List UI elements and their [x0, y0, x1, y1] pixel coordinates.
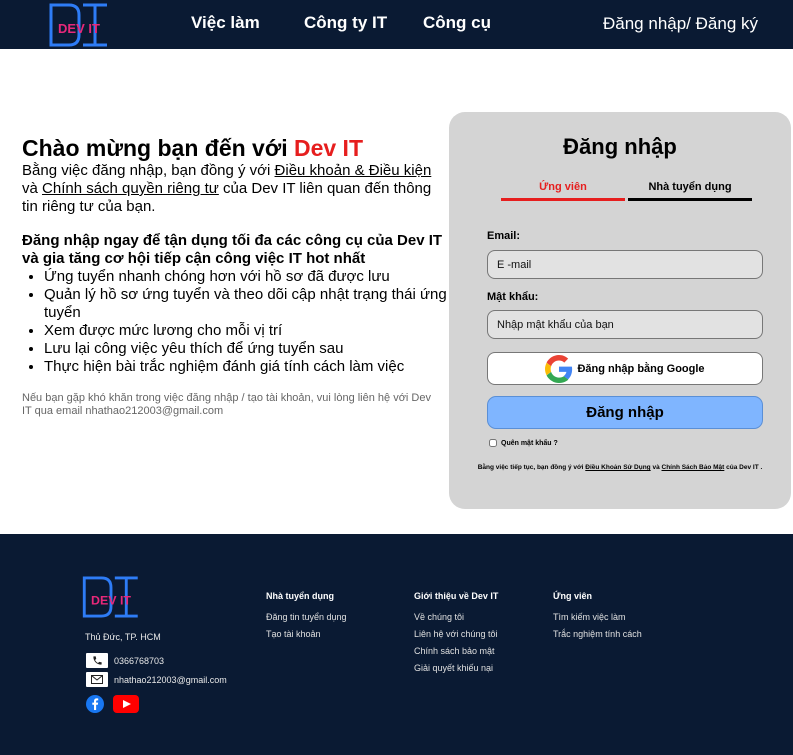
- nav-it-companies[interactable]: Công ty IT: [304, 13, 387, 33]
- forgot-password: Quên mật khẩu ?: [489, 439, 558, 447]
- list-item: Ứng tuyển nhanh chóng hơn với hồ sơ đã đ…: [44, 268, 447, 286]
- google-button-label: Đăng nhập bằng Google: [577, 362, 705, 375]
- logo[interactable]: DEV IT: [82, 576, 140, 618]
- site-footer: DEV IT Thủ Đức, TP. HCM 0366768703 nhath…: [0, 534, 793, 755]
- privacy-policy-link[interactable]: Chính Sách Bảo Mật: [662, 464, 725, 471]
- footer-col-candidate: Ứng viên Tìm kiếm việc làm Trắc nghiệm t…: [553, 591, 642, 646]
- login-title: Đăng nhập: [563, 134, 677, 159]
- welcome-heading: Chào mừng bạn đến với Dev IT: [22, 135, 363, 161]
- forgot-password-label[interactable]: Quên mật khẩu ?: [501, 440, 558, 447]
- footer-col-about: Giới thiệu về Dev IT Về chúng tôi Liên h…: [414, 591, 498, 680]
- email-field[interactable]: [487, 250, 763, 279]
- list-item: Thực hiện bài trắc nghiệm đánh giá tính …: [44, 358, 447, 376]
- svg-text:DEV IT: DEV IT: [58, 21, 100, 36]
- footer-link[interactable]: Giải quyết khiếu nại: [414, 663, 498, 673]
- password-label: Mật khẩu:: [487, 291, 539, 303]
- login-register-link[interactable]: Đăng nhập/ Đăng ký: [603, 14, 758, 34]
- footer-col-employer: Nhà tuyển dụng Đăng tin tuyển dụng Tạo t…: [266, 591, 347, 646]
- site-header: DEV IT Việc làm Công ty IT Công cụ Đăng …: [0, 0, 793, 49]
- footer-link[interactable]: Đăng tin tuyển dụng: [266, 612, 347, 622]
- password-field[interactable]: [487, 310, 763, 339]
- terms-of-use-link[interactable]: Điều Khoản Sử Dụng: [585, 464, 650, 471]
- svg-text:DEV IT: DEV IT: [91, 594, 131, 608]
- footer-link[interactable]: Về chúng tôi: [414, 612, 498, 622]
- footer-email: nhathao212003@gmail.com: [86, 672, 227, 687]
- terms-note: Bằng việc tiếp tục, bạn đồng ý với Điều …: [477, 464, 763, 471]
- mail-icon: [86, 672, 108, 687]
- login-submit-button[interactable]: Đăng nhập: [487, 396, 763, 429]
- email-label: Email:: [487, 230, 521, 242]
- phone-number: 0366768703: [114, 655, 165, 666]
- benefit-list: Ứng tuyển nhanh chóng hơn với hồ sơ đã đ…: [22, 268, 447, 376]
- footer-link[interactable]: Trắc nghiệm tính cách: [553, 629, 642, 639]
- nav-tools[interactable]: Công cụ: [423, 13, 491, 33]
- footer-address: Thủ Đức, TP. HCM: [85, 632, 161, 642]
- logo[interactable]: DEV IT: [49, 3, 109, 47]
- tab-employer[interactable]: Nhà tuyển dụng: [628, 181, 752, 201]
- footer-col-title: Nhà tuyển dụng: [266, 591, 334, 601]
- nav-jobs[interactable]: Việc làm: [191, 13, 260, 33]
- footer-phone: 0366768703: [86, 653, 164, 668]
- google-login-button[interactable]: Đăng nhập bằng Google: [487, 352, 763, 385]
- list-item: Quản lý hồ sơ ứng tuyển và theo dõi cập …: [44, 286, 447, 322]
- benefit-title: Đăng nhập ngay để tận dụng tối đa các cô…: [22, 232, 443, 267]
- tab-candidate[interactable]: Ứng viên: [501, 181, 625, 201]
- list-item: Xem được mức lương cho mỗi vị trí: [44, 322, 447, 340]
- footer-link[interactable]: Liên hệ với chúng tôi: [414, 629, 498, 639]
- privacy-link[interactable]: Chính sách quyền riêng tư: [42, 180, 219, 197]
- footer-link[interactable]: Tìm kiếm việc làm: [553, 612, 642, 622]
- terms-link[interactable]: Điều khoản & Điều kiện: [275, 162, 432, 179]
- brand-name: Dev IT: [293, 135, 363, 161]
- login-card: Đăng nhập Ứng viên Nhà tuyển dụng Email:…: [449, 112, 791, 509]
- list-item: Lưu lại công việc yêu thích để ứng tuyển…: [44, 340, 447, 358]
- footer-link[interactable]: Tạo tài khoản: [266, 629, 347, 639]
- google-icon: [545, 354, 573, 383]
- intro-section: Chào mừng bạn đến với Dev IT Bằng việc đ…: [22, 134, 447, 418]
- email-address: nhathao212003@gmail.com: [114, 674, 227, 685]
- forgot-password-checkbox[interactable]: [489, 439, 497, 447]
- footer-link[interactable]: Chính sách bảo mật: [414, 646, 498, 656]
- youtube-icon[interactable]: [113, 695, 139, 713]
- social-links: [86, 695, 139, 713]
- phone-icon: [86, 653, 108, 668]
- contact-note: Nếu bạn gặp khó khăn trong việc đăng nhậ…: [22, 392, 431, 417]
- intro-paragraph: Bằng việc đăng nhập, bạn đồng ý với Điều…: [22, 162, 432, 215]
- footer-col-title: Giới thiệu về Dev IT: [414, 591, 499, 601]
- footer-col-title: Ứng viên: [553, 591, 592, 601]
- facebook-icon[interactable]: [86, 695, 104, 713]
